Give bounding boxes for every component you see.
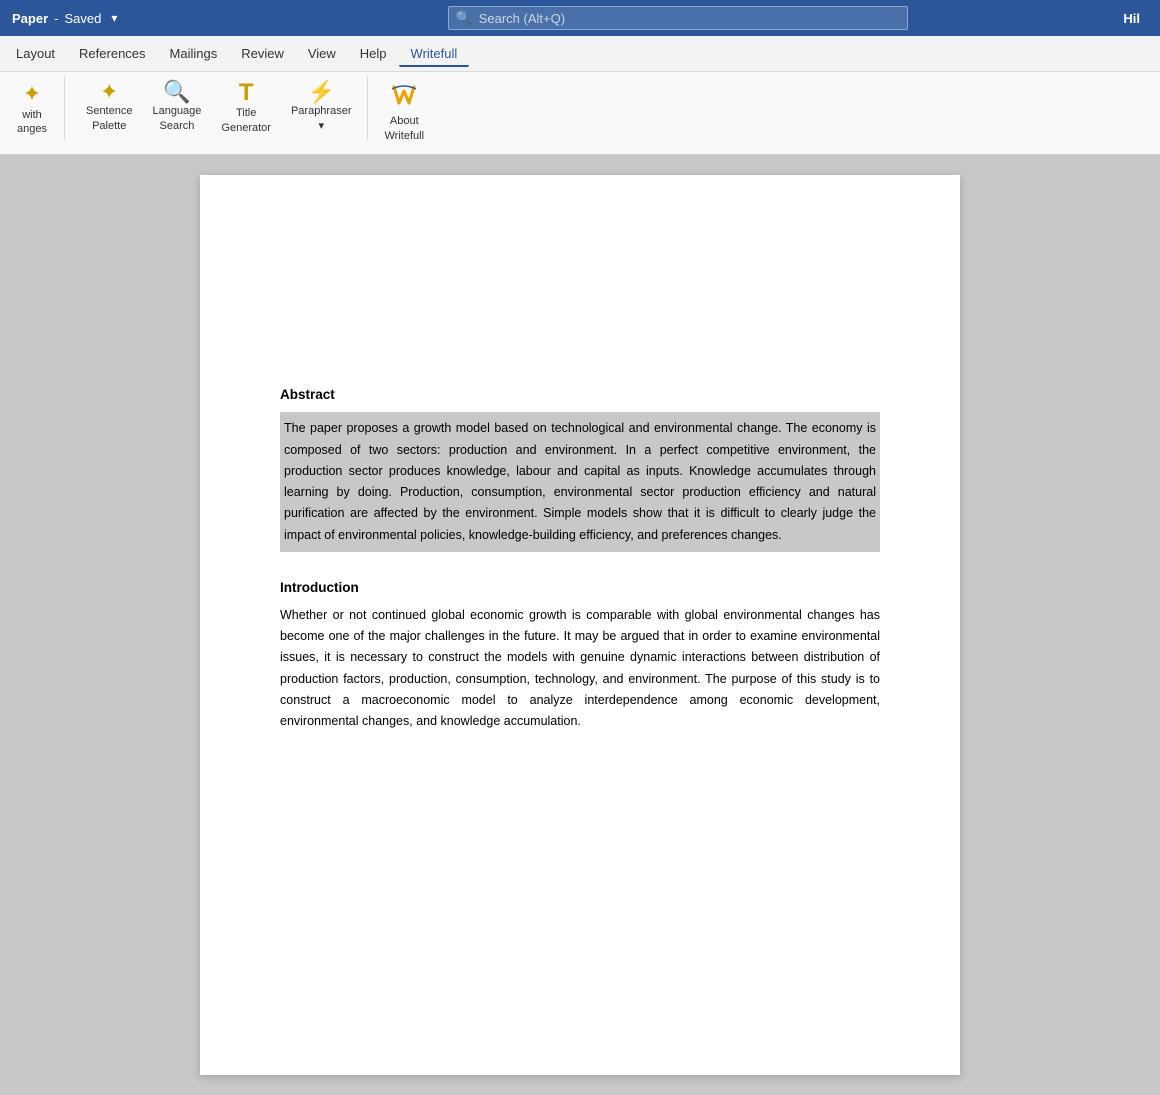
ribbon-group-about: About Writefull bbox=[370, 76, 440, 148]
title-bar: Paper - Saved ▾ 🔍 Hil bbox=[0, 0, 1160, 36]
language-search-label2: Search bbox=[160, 120, 195, 133]
paraphraser-icon: ⚡ bbox=[308, 81, 335, 103]
paraphraser-label2: ▾ bbox=[318, 120, 324, 133]
user-initial: Hil bbox=[1123, 11, 1148, 26]
about-writefull-button[interactable]: About Writefull bbox=[376, 76, 434, 148]
search-wrap: 🔍 bbox=[448, 6, 908, 30]
title-generator-icon: T bbox=[239, 81, 254, 105]
about-writefull-label1: About bbox=[390, 115, 419, 128]
doc-name: Paper bbox=[12, 11, 48, 26]
menu-item-view[interactable]: View bbox=[296, 40, 348, 67]
language-search-button[interactable]: 🔍 Language Search bbox=[143, 76, 210, 138]
title-generator-label1: Title bbox=[236, 107, 256, 120]
introduction-text[interactable]: Whether or not continued global economic… bbox=[280, 605, 880, 733]
title-dropdown-button[interactable]: ▾ bbox=[107, 9, 121, 27]
ribbon-left-label-anges: anges bbox=[17, 123, 47, 135]
paraphraser-button[interactable]: ⚡ Paraphraser ▾ bbox=[282, 76, 361, 138]
sentence-palette-icon: ✦ bbox=[100, 81, 118, 103]
sentence-palette-label1: Sentence bbox=[86, 105, 132, 118]
title-search-bar: 🔍 bbox=[232, 6, 1123, 30]
ribbon-left-button[interactable]: ✦ with anges bbox=[8, 76, 56, 140]
ribbon: ✦ with anges ✦ Sentence Palette 🔍 Langua… bbox=[0, 72, 1160, 155]
title-generator-label2: Generator bbox=[221, 122, 271, 135]
about-writefull-icon bbox=[390, 81, 418, 113]
sentence-palette-label2: Palette bbox=[92, 120, 126, 133]
sentence-palette-button[interactable]: ✦ Sentence Palette bbox=[77, 76, 141, 138]
ribbon-group-writefull: ✦ Sentence Palette 🔍 Language Search T T… bbox=[71, 76, 368, 140]
doc-top-space bbox=[280, 247, 880, 387]
abstract-text[interactable]: The paper proposes a growth model based … bbox=[280, 412, 880, 552]
menu-item-review[interactable]: Review bbox=[229, 40, 296, 67]
document-area: Abstract The paper proposes a growth mod… bbox=[0, 155, 1160, 1095]
about-writefull-label2: Writefull bbox=[385, 130, 425, 143]
title-generator-button[interactable]: T Title Generator bbox=[212, 76, 280, 140]
document-page: Abstract The paper proposes a growth mod… bbox=[200, 175, 960, 1075]
introduction-heading: Introduction bbox=[280, 580, 880, 595]
abstract-section: Abstract The paper proposes a growth mod… bbox=[280, 387, 880, 552]
menu-item-mailings[interactable]: Mailings bbox=[158, 40, 230, 67]
saved-label: Saved bbox=[64, 11, 101, 26]
menu-bar: Layout References Mailings Review View H… bbox=[0, 36, 1160, 72]
abstract-heading: Abstract bbox=[280, 387, 880, 402]
menu-item-references[interactable]: References bbox=[67, 40, 157, 67]
menu-item-writefull[interactable]: Writefull bbox=[399, 40, 470, 67]
search-input[interactable] bbox=[448, 6, 908, 30]
title-bar-left: Paper - Saved ▾ bbox=[12, 9, 232, 27]
menu-item-layout[interactable]: Layout bbox=[4, 40, 67, 67]
ribbon-left-icon: ✦ bbox=[23, 81, 41, 107]
paraphraser-label1: Paraphraser bbox=[291, 105, 352, 118]
ribbon-left-group: ✦ with anges bbox=[8, 76, 65, 140]
language-search-label1: Language bbox=[152, 105, 201, 118]
language-search-icon: 🔍 bbox=[163, 81, 190, 103]
introduction-section: Introduction Whether or not continued gl… bbox=[280, 580, 880, 733]
menu-item-help[interactable]: Help bbox=[348, 40, 399, 67]
title-separator: - bbox=[54, 11, 58, 26]
ribbon-left-label-with: with bbox=[22, 109, 42, 121]
